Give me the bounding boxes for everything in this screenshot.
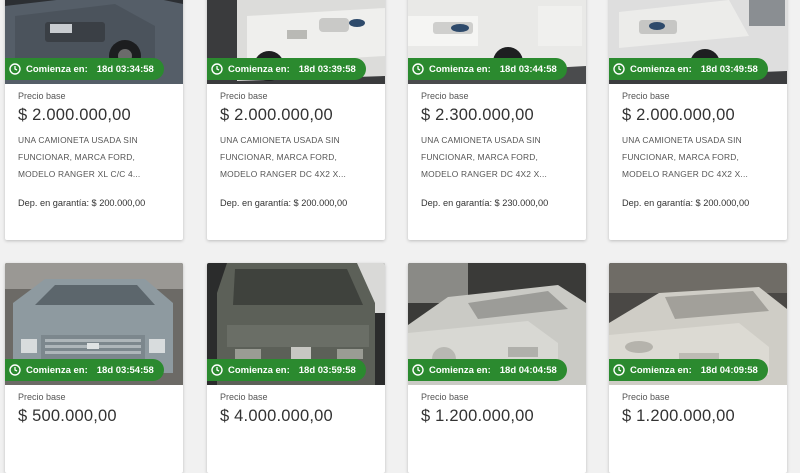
base-price: $ 1.200.000,00 [421,407,534,425]
countdown-label: Comienza en: [429,63,491,75]
vehicle-photo[interactable]: Comienza en: 18d 04:04:58 [408,263,586,385]
base-price-label: Precio base [421,392,469,402]
countdown-badge: Comienza en: 18d 03:44:58 [408,58,567,80]
countdown-time: 18d 03:59:58 [298,364,356,376]
countdown-time: 18d 03:44:58 [499,63,557,75]
auction-card[interactable]: Comienza en: 18d 03:44:58 Precio base $ … [408,0,586,240]
clock-icon [9,364,21,376]
base-price-label: Precio base [18,91,66,101]
base-price-label: Precio base [18,392,66,402]
base-price-label: Precio base [220,392,268,402]
listing-description: UNA CAMIONETA USADA SIN FUNCIONAR, MARCA… [622,135,748,179]
auction-card[interactable]: Comienza en: 18d 03:49:58 Precio base $ … [609,0,787,240]
auction-card[interactable]: Comienza en: 18d 03:54:58 Precio base $ … [5,263,183,473]
countdown-label: Comienza en: [228,364,290,376]
countdown-label: Comienza en: [26,63,88,75]
auction-grid: Comienza en: 18d 03:34:58 Precio base $ … [0,0,800,473]
deposit-amount: Dep. en garantía: $ 230.000,00 [421,198,549,208]
vehicle-photo[interactable]: Comienza en: 18d 03:44:58 [408,0,586,84]
clock-icon [412,63,424,75]
countdown-badge: Comienza en: 18d 03:49:58 [609,58,768,80]
countdown-badge: Comienza en: 18d 03:54:58 [5,359,164,381]
auction-card[interactable]: Comienza en: 18d 03:34:58 Precio base $ … [5,0,183,240]
base-price: $ 4.000.000,00 [220,407,333,425]
countdown-badge: Comienza en: 18d 03:39:58 [207,58,366,80]
countdown-time: 18d 03:54:58 [96,364,154,376]
deposit-amount: Dep. en garantía: $ 200.000,00 [18,198,146,208]
base-price-label: Precio base [622,91,670,101]
base-price: $ 2.300.000,00 [421,106,534,124]
auction-card[interactable]: Comienza en: 18d 04:09:58 Precio base $ … [609,263,787,473]
countdown-time: 18d 04:09:58 [700,364,758,376]
base-price: $ 1.200.000,00 [622,407,735,425]
clock-icon [9,63,21,75]
base-price-label: Precio base [622,392,670,402]
countdown-badge: Comienza en: 18d 03:34:58 [5,58,164,80]
base-price-label: Precio base [220,91,268,101]
auction-card[interactable]: Comienza en: 18d 04:04:58 Precio base $ … [408,263,586,473]
vehicle-photo[interactable]: Comienza en: 18d 03:34:58 [5,0,183,84]
auction-card[interactable]: Comienza en: 18d 03:39:58 Precio base $ … [207,0,385,240]
deposit-amount: Dep. en garantía: $ 200.000,00 [622,198,750,208]
base-price: $ 2.000.000,00 [18,106,131,124]
clock-icon [211,364,223,376]
countdown-label: Comienza en: [630,63,692,75]
listing-description: UNA CAMIONETA USADA SIN FUNCIONAR, MARCA… [18,135,141,179]
countdown-label: Comienza en: [630,364,692,376]
countdown-time: 18d 03:39:58 [298,63,356,75]
vehicle-photo[interactable]: Comienza en: 18d 03:54:58 [5,263,183,385]
clock-icon [412,364,424,376]
deposit-amount: Dep. en garantía: $ 200.000,00 [220,198,348,208]
countdown-label: Comienza en: [228,63,290,75]
listing-description: UNA CAMIONETA USADA SIN FUNCIONAR, MARCA… [220,135,346,179]
vehicle-photo[interactable]: Comienza en: 18d 04:09:58 [609,263,787,385]
countdown-time: 18d 04:04:58 [499,364,557,376]
countdown-time: 18d 03:34:58 [96,63,154,75]
base-price-label: Precio base [421,91,469,101]
clock-icon [613,63,625,75]
clock-icon [613,364,625,376]
listing-description: UNA CAMIONETA USADA SIN FUNCIONAR, MARCA… [421,135,547,179]
countdown-badge: Comienza en: 18d 03:59:58 [207,359,366,381]
base-price: $ 2.000.000,00 [622,106,735,124]
vehicle-photo[interactable]: Comienza en: 18d 03:49:58 [609,0,787,84]
clock-icon [211,63,223,75]
base-price: $ 500.000,00 [18,407,117,425]
countdown-time: 18d 03:49:58 [700,63,758,75]
countdown-badge: Comienza en: 18d 04:09:58 [609,359,768,381]
base-price: $ 2.000.000,00 [220,106,333,124]
vehicle-photo[interactable]: Comienza en: 18d 03:59:58 [207,263,385,385]
countdown-badge: Comienza en: 18d 04:04:58 [408,359,567,381]
vehicle-photo[interactable]: Comienza en: 18d 03:39:58 [207,0,385,84]
countdown-label: Comienza en: [26,364,88,376]
auction-card[interactable]: Comienza en: 18d 03:59:58 Precio base $ … [207,263,385,473]
countdown-label: Comienza en: [429,364,491,376]
